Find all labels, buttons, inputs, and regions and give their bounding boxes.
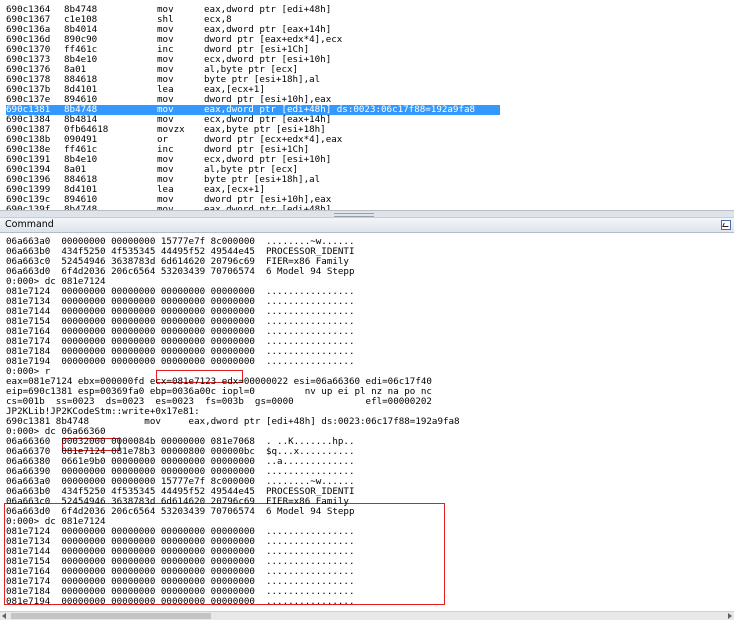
disasm-row[interactable]: 690c1367 c1e108 shl ecx,8	[0, 15, 734, 25]
disasm-row[interactable]: 690c1364 8b4748 mov eax,dword ptr [edi+48h]	[0, 5, 734, 15]
disasm-row[interactable]: 690c138e ff461c inc dword ptr [esi+1Ch]	[0, 145, 734, 155]
command-window-title: Command	[5, 219, 54, 230]
disasm-row[interactable]: 690c1387 0fb64618 movzx eax,byte ptr [esi+1…	[0, 125, 734, 135]
scrollbar-thumb[interactable]	[11, 613, 211, 619]
command-output-line: 081e7194 00000000 00000000 00000000 0000…	[6, 596, 355, 607]
disasm-row[interactable]: 690c1376 8a01 mov al,byte ptr [ecx]	[0, 65, 734, 75]
command-output-line: 081e7194 00000000 00000000 00000000 0000…	[6, 356, 355, 367]
disasm-row[interactable]: 690c137b 8d4101 lea eax,[ecx+1]	[0, 85, 734, 95]
pane-splitter[interactable]	[0, 210, 734, 218]
disassembly-pane[interactable]: 690c1364 8b4748 mov eax,dword ptr [edi+48h]…	[0, 0, 734, 210]
scroll-right-icon[interactable]	[728, 613, 732, 619]
disasm-row[interactable]: 690c1373 8b4e10 mov ecx,dword ptr [esi+10h]	[0, 55, 734, 65]
command-window-icon[interactable]	[721, 220, 731, 230]
command-title-bar: Command	[0, 218, 734, 233]
disasm-row[interactable]: 690c136a 8b4014 mov eax,dword ptr [eax+14h]	[0, 25, 734, 35]
scroll-left-icon[interactable]	[2, 613, 6, 619]
disasm-row[interactable]: 690c1384 8b4814 mov ecx,dword ptr [eax+14h]	[0, 115, 734, 125]
disasm-row[interactable]: 690c1399 8d4101 lea eax,[ecx+1]	[0, 185, 734, 195]
disasm-row[interactable]: 690c138b 090491 or dword ptr [ecx+edx*4],ea…	[0, 135, 734, 145]
command-output[interactable]: 06a663a0 00000000 00000000 15777e7f 8c00…	[0, 233, 734, 611]
splitter-grip	[334, 213, 374, 217]
disasm-row-current[interactable]: 690c1381 8b4748 mov eax,dword ptr [edi+48h]…	[0, 105, 734, 115]
disasm-row[interactable]: 690c1396 884618 mov byte ptr [esi+18h],al	[0, 175, 734, 185]
disasm-row[interactable]: 690c1391 8b4e10 mov ecx,dword ptr [esi+10h]	[0, 155, 734, 165]
disasm-row[interactable]: 690c1370 ff461c inc dword ptr [esi+1Ch]	[0, 45, 734, 55]
disasm-row[interactable]: 690c139c 894610 mov dword ptr [esi+10h],eax	[0, 195, 734, 205]
horizontal-scrollbar[interactable]	[0, 611, 734, 620]
disasm-row[interactable]: 690c1378 884618 mov byte ptr [esi+18h],al	[0, 75, 734, 85]
disasm-row[interactable]: 690c136d 890c90 mov dword ptr [eax+edx*4],e…	[0, 35, 734, 45]
disasm-row[interactable]: 690c1394 8a01 mov al,byte ptr [ecx]	[0, 165, 734, 175]
